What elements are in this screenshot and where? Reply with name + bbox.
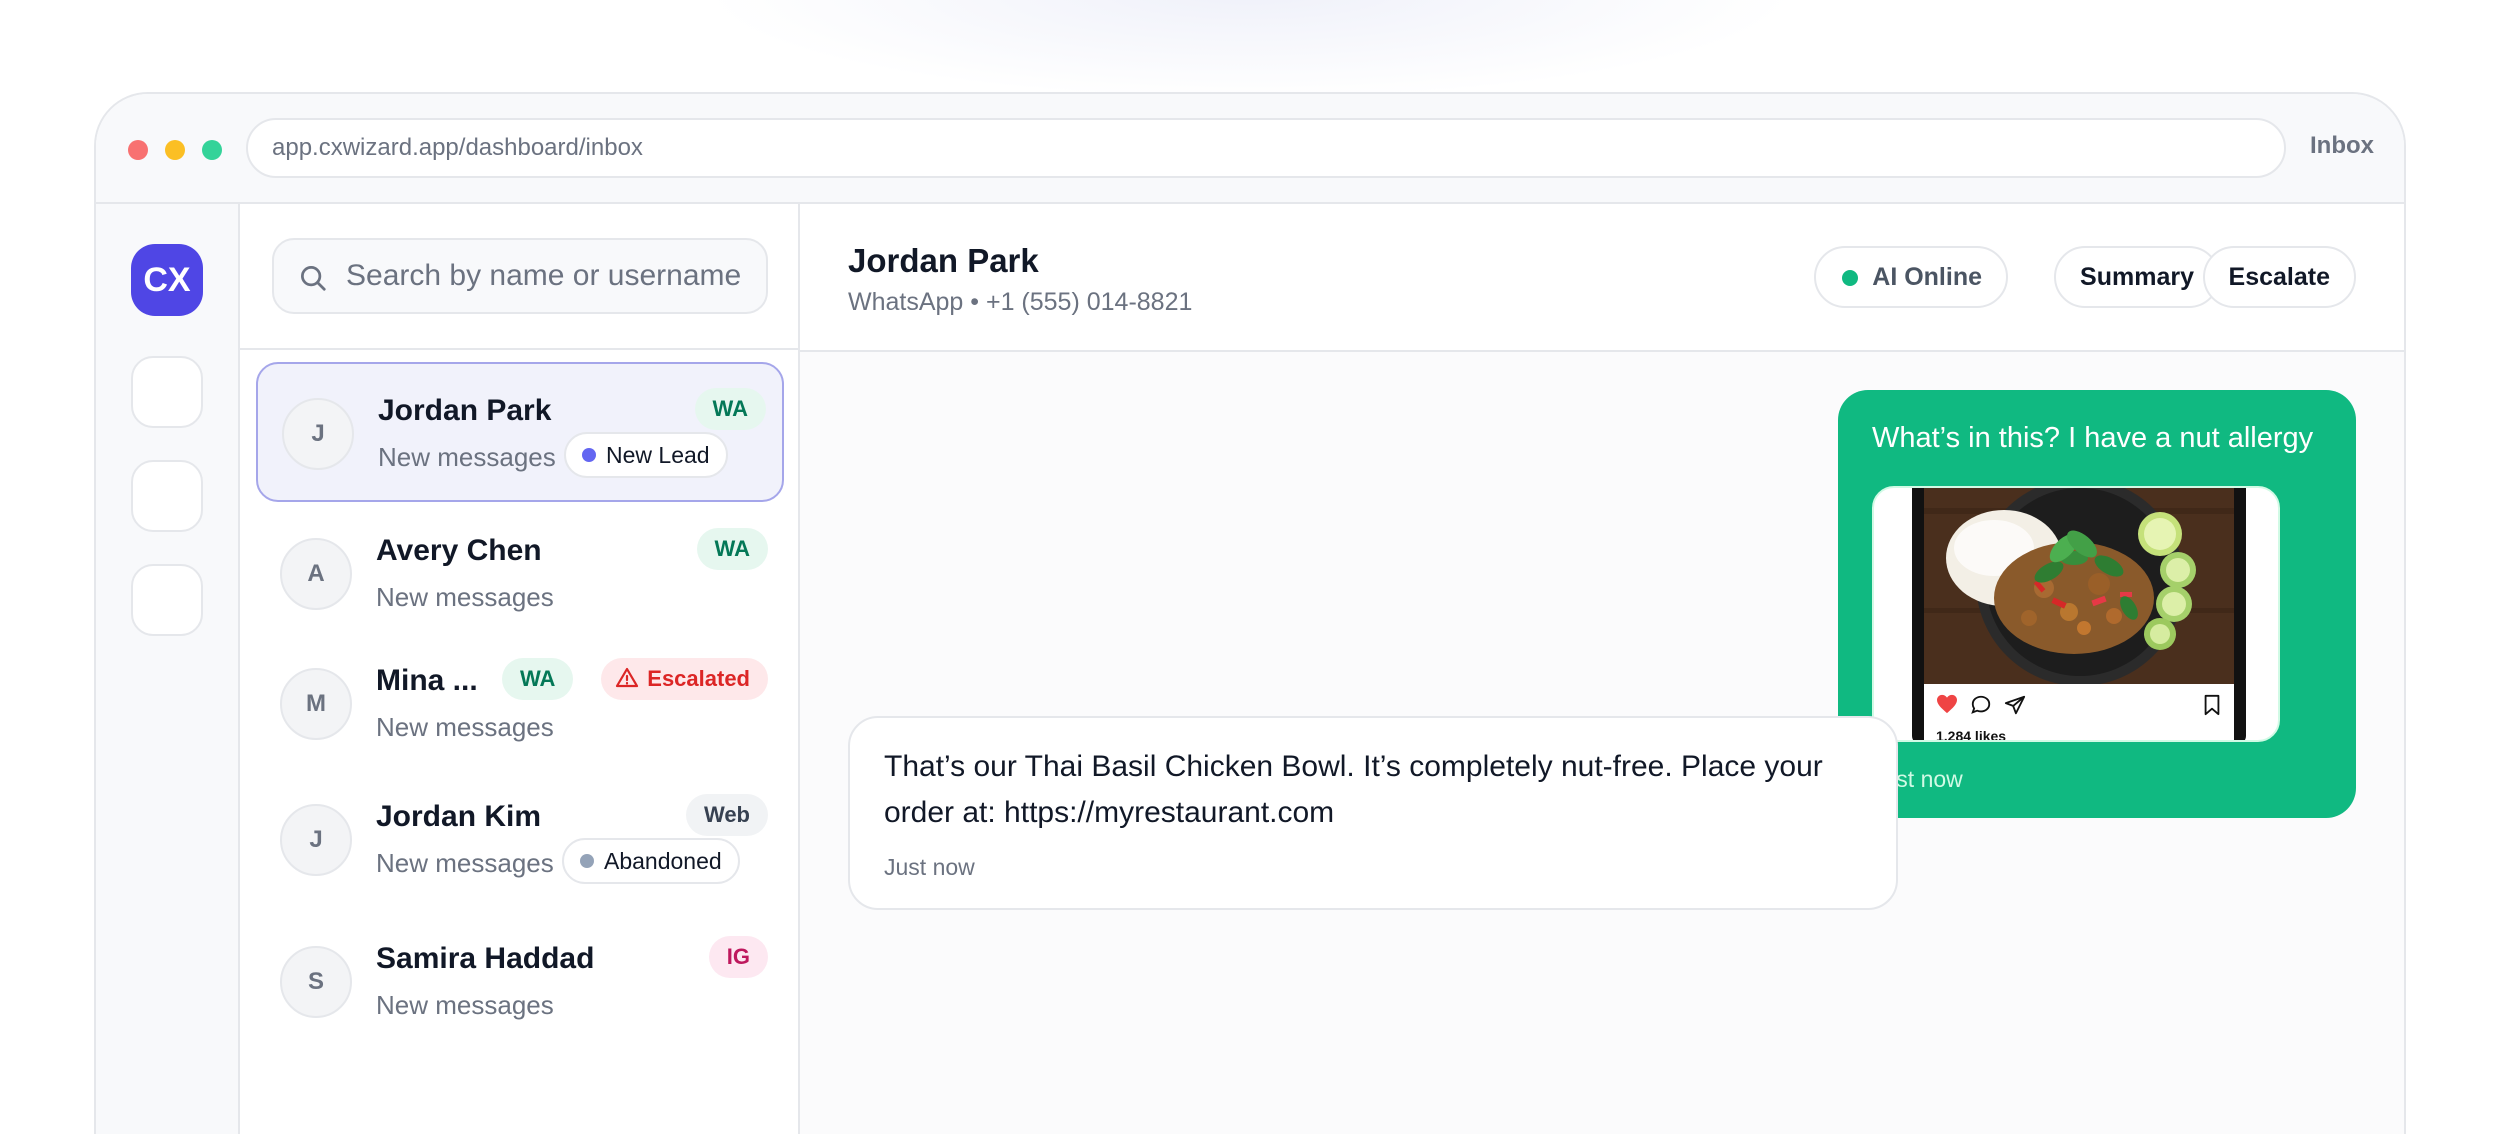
message-preview: New messages [376, 990, 554, 1020]
channel-badge-instagram: IG [708, 936, 768, 978]
app-window: app.cxwizard.app/dashboard/inbox Inbox C… [94, 92, 2406, 1134]
tag-label: New Lead [606, 442, 710, 468]
search-section [240, 204, 798, 350]
conversation-row-jordan-park[interactable]: J Jordan Park WA New messages New Lead [256, 362, 784, 502]
comment-icon [1971, 695, 1991, 714]
escalated-label: Escalated [647, 666, 750, 691]
tag-dot [582, 448, 596, 462]
message-text: What’s in this? I have a nut allergy [1872, 422, 2314, 454]
message-text: That’s our Thai Basil Chicken Bowl. It’s… [884, 750, 1823, 829]
phone-frame: 1,284 likes [1912, 488, 2246, 742]
nav-rail: CX [96, 204, 240, 1134]
ai-status-pill[interactable]: AI Online [1814, 246, 2008, 308]
search-input[interactable] [346, 240, 756, 312]
food-photo [1924, 488, 2234, 684]
outgoing-message-bubble: What’s in this? I have a nut allergy 1,2… [1838, 390, 2356, 818]
tag-label: Abandoned [604, 848, 722, 874]
channel-badge-web: Web [685, 794, 768, 836]
conversation-row-avery-chen[interactable]: A Avery Chen WA New messages [256, 504, 784, 644]
minimize-window-dot[interactable] [165, 140, 185, 160]
app-logo[interactable]: CX [131, 244, 203, 316]
message-time: Just now [884, 854, 975, 880]
warning-icon [616, 667, 639, 688]
search-box[interactable] [272, 238, 768, 314]
conversation-row-mina[interactable]: M Mina ... WA Escalated New messages [256, 634, 784, 774]
channel-badge-whatsapp: WA [696, 528, 768, 570]
background-glow [700, 0, 1800, 100]
rail-nav-button-2[interactable] [131, 460, 203, 532]
contact-name: Samira Haddad [376, 942, 595, 975]
message-preview: New messages [376, 712, 554, 742]
escalate-button[interactable]: Escalate [2202, 246, 2356, 308]
online-dot [1842, 270, 1859, 286]
share-icon [2004, 695, 2026, 715]
message-preview: New messages [376, 848, 554, 878]
chat-header: Jordan Park WhatsApp • +1 (555) 014-8821… [800, 204, 2404, 352]
instagram-post-screenshot: 1,284 likes [1924, 488, 2234, 742]
ai-status-label: AI Online [1872, 263, 1982, 291]
channel-badge-whatsapp: WA [502, 658, 574, 700]
avatar: A [280, 538, 352, 610]
conversation-list: J Jordan Park WA New messages New Lead A… [240, 204, 800, 1134]
summary-button[interactable]: Summary [2054, 246, 2220, 308]
search-icon [301, 266, 326, 291]
lead-tag: New Lead [564, 432, 728, 478]
chat-panel: Jordan Park WhatsApp • +1 (555) 014-8821… [800, 204, 2404, 1134]
channel-badge-whatsapp: WA [694, 388, 766, 430]
post-likes: 1,284 likes [1936, 728, 2007, 742]
contact-name: Avery Chen [376, 534, 542, 567]
chat-contact-name: Jordan Park [848, 242, 1039, 279]
conversation-row-samira-haddad[interactable]: S Samira Haddad IG New messages [256, 912, 784, 1052]
escalated-badge: Escalated [601, 658, 768, 700]
abandoned-tag: Abandoned [562, 838, 740, 884]
avatar: J [282, 398, 354, 470]
message-preview: New messages [376, 582, 554, 612]
message-preview: New messages [378, 442, 556, 472]
window-title: Inbox [2310, 132, 2374, 159]
maximize-window-dot[interactable] [202, 140, 222, 160]
browser-titlebar: app.cxwizard.app/dashboard/inbox Inbox [96, 94, 2404, 204]
contact-name: Mina ... [376, 664, 478, 697]
contact-name: Jordan Park [378, 394, 552, 427]
contact-name: Jordan Kim [376, 800, 542, 833]
avatar: S [280, 946, 352, 1018]
rail-nav-button-3[interactable] [131, 564, 203, 636]
bookmark-icon [2204, 694, 2220, 716]
rail-nav-button-1[interactable] [131, 356, 203, 428]
address-bar[interactable]: app.cxwizard.app/dashboard/inbox [246, 118, 2286, 178]
incoming-message-bubble: That’s our Thai Basil Chicken Bowl. It’s… [848, 716, 1898, 910]
tag-dot [580, 854, 594, 868]
avatar: M [280, 668, 352, 740]
image-attachment[interactable]: 1,284 likes [1872, 486, 2280, 742]
avatar: J [280, 804, 352, 876]
heart-icon [1937, 694, 1957, 714]
chat-contact-meta: WhatsApp • +1 (555) 014-8821 [848, 288, 1193, 316]
conversation-row-jordan-kim[interactable]: J Jordan Kim Web New messages Abandoned [256, 770, 784, 910]
close-window-dot[interactable] [128, 140, 148, 160]
